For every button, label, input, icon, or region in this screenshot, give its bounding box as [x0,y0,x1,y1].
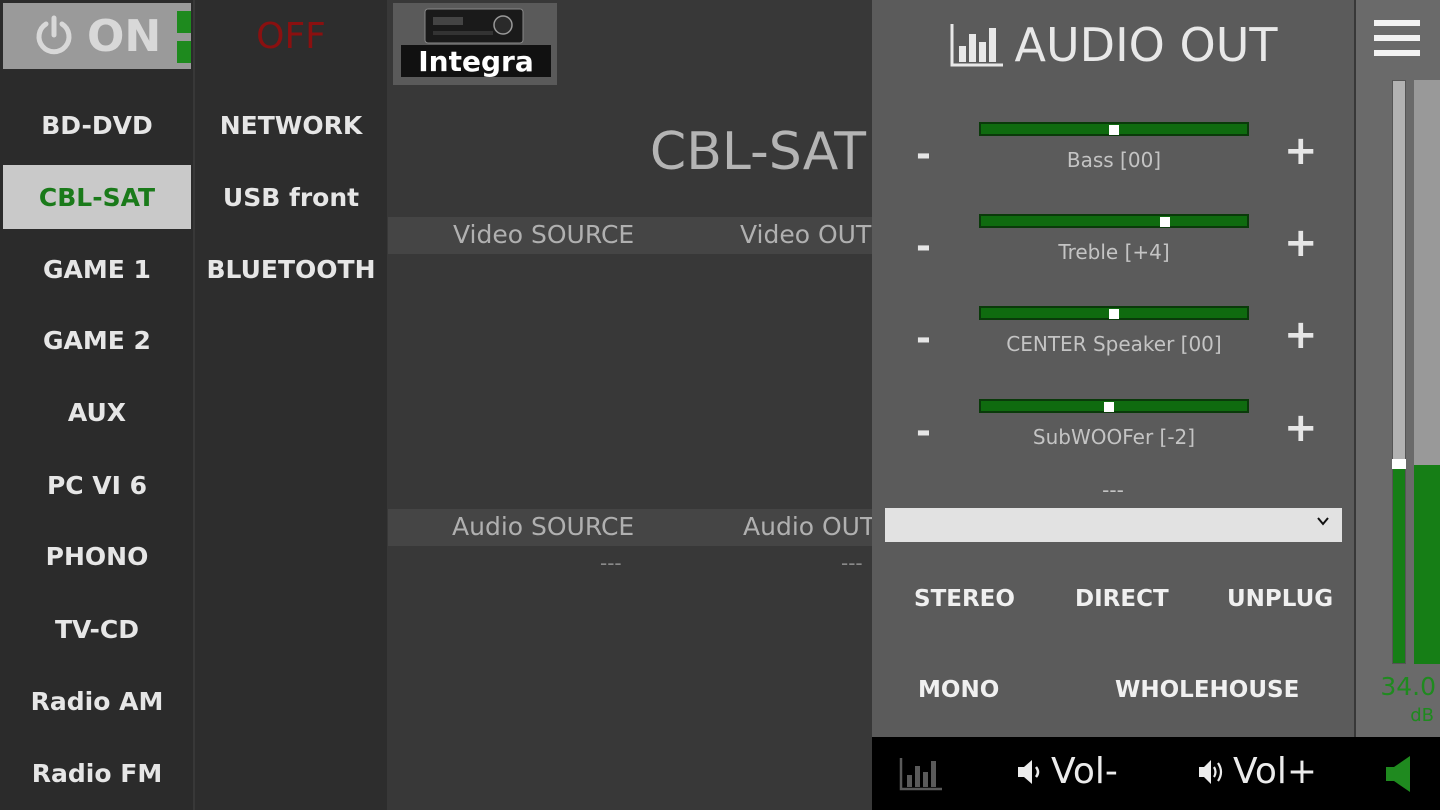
subwoofer-slider-row: - SubWOOFer [-2] + [872,397,1354,477]
power-off-button[interactable]: OFF [195,3,387,69]
treble-label: Treble [+4] [1058,240,1170,264]
mono-button[interactable]: MONO [918,677,999,703]
power-on-label: ON [87,10,162,62]
logo-text: Integra [418,45,533,78]
center-increase-button[interactable]: + [1284,312,1318,358]
source-item[interactable]: USB front [195,165,387,229]
volume-unit: dB [1410,705,1434,726]
bass-slider[interactable] [979,122,1249,136]
direct-button[interactable]: DIRECT [1075,586,1169,612]
wholehouse-button[interactable]: WHOLEHOUSE [1115,677,1299,703]
slider-thumb[interactable] [1109,125,1119,135]
listening-mode-value: --- [1102,478,1124,502]
speaker-low-icon [1018,759,1040,784]
bass-increase-button[interactable]: + [1284,128,1318,174]
source-item[interactable]: GAME 1 [3,237,191,301]
slider-thumb[interactable] [1103,402,1114,412]
volume-down-button[interactable]: Vol- [1015,751,1118,792]
volume-value: 34.0 [1380,672,1436,701]
speaker-icon[interactable] [1384,755,1414,793]
bass-slider-row: - Bass [00] + [872,120,1354,200]
audio-out-title-text: AUDIO OUT [1014,18,1278,72]
source-item[interactable]: Radio AM [3,669,191,733]
source-item[interactable]: PC VI 6 [3,453,191,517]
source-item[interactable]: GAME 2 [3,308,191,372]
power-icon [36,15,72,55]
listening-mode-select[interactable] [885,508,1342,542]
source-list-right: OFF NETWORK USB front BLUETOOTH [195,0,387,810]
current-source-title: CBL-SAT [649,122,866,182]
center-decrease-button[interactable]: - [916,318,931,359]
hamburger-menu-icon[interactable] [1374,20,1420,58]
volume-meter-fill [1414,465,1440,664]
treble-decrease-button[interactable]: - [916,226,931,267]
audio-out-title: AUDIO OUT [872,18,1354,72]
speaker-high-icon [1199,759,1223,784]
stereo-button[interactable]: STEREO [914,586,1015,612]
volume-thumb[interactable] [1392,459,1406,470]
audio-source-label: Audio SOURCE [452,512,635,541]
source-item[interactable]: AUX [3,380,191,444]
power-indicator [177,11,191,63]
treble-increase-button[interactable]: + [1284,220,1318,266]
source-list-left: ON BD-DVD CBL-SAT GAME 1 GAME 2 AUX PC V… [0,0,193,810]
source-item[interactable]: BLUETOOTH [195,237,387,301]
power-on-button[interactable]: ON [3,3,191,69]
volume-fill [1393,464,1405,663]
subwoofer-decrease-button[interactable]: - [916,411,931,452]
center-speaker-slider[interactable] [979,306,1249,320]
treble-slider[interactable] [979,214,1249,228]
video-out-label: Video OUT [740,220,872,249]
slider-thumb[interactable] [1159,217,1170,227]
audio-out-label: Audio OUT [743,512,872,541]
source-item[interactable]: Radio FM [3,741,191,805]
subwoofer-label: SubWOOFer [-2] [1032,425,1196,449]
bass-label: Bass [00] [1066,148,1162,172]
source-item[interactable]: BD-DVD [3,93,191,157]
equalizer-icon[interactable] [899,757,943,791]
subwoofer-increase-button[interactable]: + [1284,405,1318,451]
center-speaker-slider-row: - CENTER Speaker [00] + [872,304,1354,384]
subwoofer-slider[interactable] [979,399,1249,413]
chevron-down-icon [1317,517,1329,526]
volume-up-button[interactable]: Vol+ [1197,751,1317,792]
source-item[interactable]: PHONO [3,524,191,588]
bottom-bar: Vol- Vol+ [872,737,1440,810]
video-header-row: Video SOURCE Video OUT [388,217,872,254]
source-item[interactable]: NETWORK [195,93,387,157]
audio-source-value: --- [600,551,622,575]
source-info-panel: Integra CBL-SAT Video SOURCE Video OUT A… [388,0,872,810]
audio-out-value: --- [841,551,863,575]
volume-meter [1414,80,1440,664]
integra-logo: Integra [393,3,557,85]
source-item-active[interactable]: CBL-SAT [3,165,191,229]
volume-slider[interactable] [1392,80,1406,664]
audio-header-row: Audio SOURCE Audio OUT [388,509,872,546]
source-item[interactable]: TV-CD [3,597,191,661]
equalizer-icon [950,24,1003,67]
center-speaker-label: CENTER Speaker [00] [1006,332,1222,356]
unplug-button[interactable]: UNPLUG [1227,586,1333,612]
bass-decrease-button[interactable]: - [916,134,931,175]
treble-slider-row: - Treble [+4] + [872,212,1354,292]
volume-strip: 34.0 dB [1356,0,1440,737]
video-source-label: Video SOURCE [453,220,635,249]
volume-down-label: Vol- [1051,751,1118,792]
audio-out-panel: AUDIO OUT - Bass [00] + - Treble [+4] + … [872,0,1354,737]
volume-up-label: Vol+ [1233,751,1318,792]
slider-thumb[interactable] [1109,309,1119,319]
